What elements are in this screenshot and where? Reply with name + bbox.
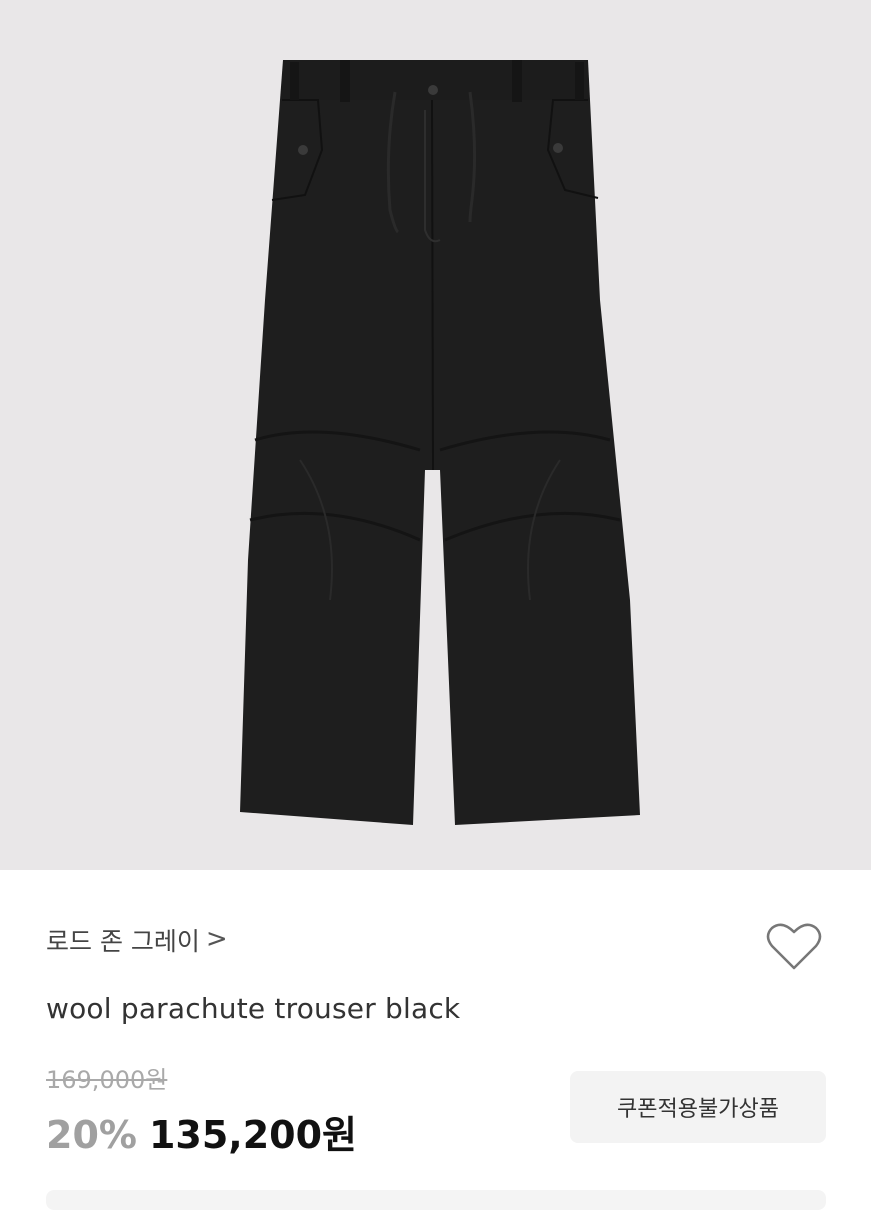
trouser-illustration — [240, 60, 640, 825]
wishlist-button[interactable] — [764, 918, 824, 974]
next-section — [46, 1190, 826, 1210]
discount-rate: 20% — [46, 1113, 137, 1157]
brand-link[interactable]: 로드 존 그레이 > — [46, 922, 228, 958]
coupon-notice-badge: 쿠폰적용불가상품 — [570, 1071, 826, 1143]
price-row: 20% 135,200원 — [46, 1104, 357, 1159]
sale-price: 135,200원 — [148, 1113, 358, 1157]
original-price: 169,000원 — [46, 1066, 168, 1094]
product-image[interactable] — [0, 0, 871, 870]
product-title: wool parachute trouser black — [46, 992, 461, 1025]
chevron-right-icon: > — [205, 924, 228, 954]
heart-outline-icon — [766, 923, 822, 970]
brand-name: 로드 존 그레이 — [46, 927, 200, 956]
